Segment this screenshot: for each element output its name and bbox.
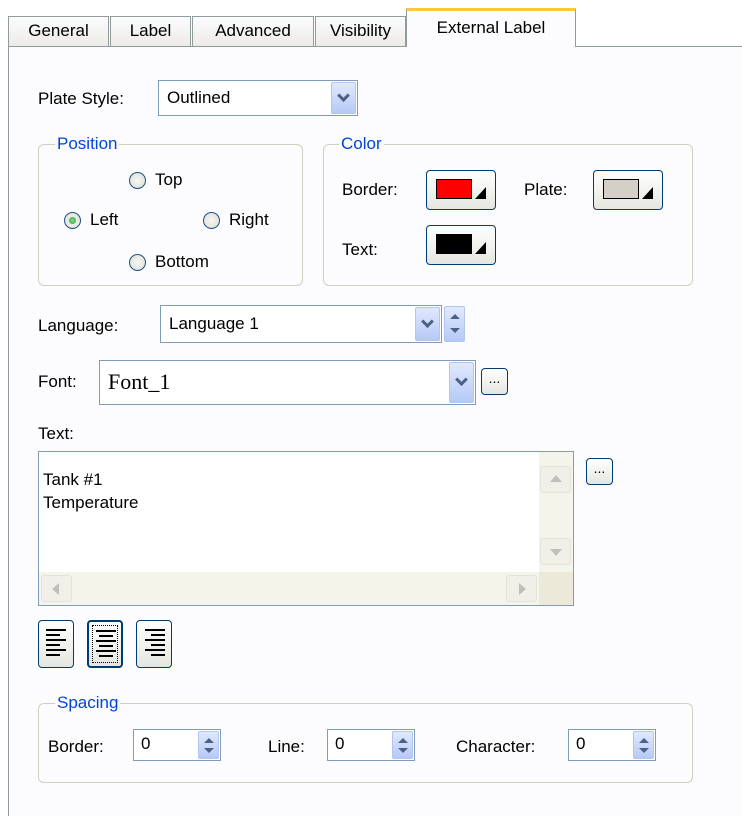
scroll-down-button[interactable] [540,538,571,565]
tab-label[interactable]: Label [110,16,191,46]
spacing-character-value: 0 [576,734,586,753]
dropdown-arrow-icon[interactable] [449,362,474,403]
align-center-button[interactable] [87,620,123,668]
radio-right-label: Right [229,210,269,229]
spacing-character-spinner[interactable] [633,731,654,759]
radio-top-label: Top [155,170,183,189]
dropdown-arrow-icon[interactable] [415,307,440,341]
tab-advanced[interactable]: Advanced [192,16,314,46]
text-color-swatch [436,234,472,254]
spin-down-icon [398,748,408,753]
text-input[interactable]: Tank #1 Temperature [38,451,574,606]
language-spinner[interactable] [444,306,465,342]
dropdown-triangle-icon [475,242,486,254]
font-label: Font: [38,372,77,391]
horizontal-scrollbar[interactable] [39,572,539,605]
plate-style-label: Plate Style: [38,89,124,108]
tab-general[interactable]: General [8,16,109,46]
arrow-up-icon [550,475,562,482]
arrow-right-icon [519,583,526,595]
spin-up-icon [204,738,214,743]
radio-bottom-label: Bottom [155,252,209,271]
chevron-down-icon [455,373,468,387]
plate-style-dropdown[interactable]: Outlined [158,80,358,116]
color-group-title: Color [339,134,384,154]
border-color-swatch [436,179,472,199]
align-right-button[interactable] [136,620,172,668]
text-label: Text: [38,424,74,443]
tab-visibility[interactable]: Visibility [315,16,406,46]
plate-style-value: Outlined [167,88,231,107]
font-value: Font_1 [108,369,171,394]
spin-up-icon [450,314,460,319]
dropdown-triangle-icon [642,187,653,199]
spacing-line-label: Line: [268,737,305,756]
language-value: Language 1 [169,314,259,333]
spin-down-icon [204,748,214,753]
spacing-line-spinner[interactable] [392,731,413,759]
plate-color-label: Plate: [524,180,568,199]
text-color-label: Text: [342,240,378,259]
position-group-title: Position [55,134,120,154]
scroll-left-button[interactable] [41,575,72,602]
font-dropdown[interactable]: Font_1 [99,360,476,405]
chevron-down-icon [421,314,434,328]
chevron-down-icon [337,88,350,102]
spacing-line-value: 0 [335,734,345,753]
vertical-scrollbar[interactable] [539,452,573,572]
spin-up-icon [639,738,649,743]
spacing-border-spinner[interactable] [198,731,219,759]
scroll-up-button[interactable] [540,466,571,493]
arrow-left-icon [52,583,59,595]
spacing-border-value: 0 [141,734,151,753]
language-dropdown[interactable]: Language 1 [160,305,442,343]
scroll-right-button[interactable] [506,575,537,602]
border-color-label: Border: [342,180,398,199]
spin-up-icon [398,738,408,743]
text-line-1: Tank #1 [43,470,103,489]
dropdown-arrow-icon[interactable] [331,82,356,114]
color-group [323,144,693,286]
spin-down-icon [639,748,649,753]
language-label: Language: [38,316,119,335]
radio-left[interactable] [64,212,81,229]
tab-external-label[interactable]: External Label [406,8,576,47]
arrow-down-icon [550,549,562,556]
spacing-character-input[interactable]: 0 [568,729,656,761]
spacing-character-label: Character: [456,737,536,756]
plate-color-swatch [603,179,639,199]
scrollbar-corner [539,572,573,605]
border-color-button[interactable] [426,170,496,210]
spacing-border-input[interactable]: 0 [133,729,221,761]
radio-left-label: Left [90,210,119,229]
text-browse-button[interactable]: ... [586,458,613,485]
spin-down-icon [450,328,460,333]
spacing-group-title: Spacing [55,693,121,713]
radio-top[interactable] [129,172,146,189]
radio-right[interactable] [203,212,220,229]
radio-bottom[interactable] [129,254,146,271]
dropdown-triangle-icon [475,187,486,199]
spacing-line-input[interactable]: 0 [327,729,415,761]
text-color-button[interactable] [426,225,496,265]
text-line-2: Temperature [43,493,139,512]
font-browse-button[interactable]: ... [481,368,508,395]
plate-color-button[interactable] [593,170,663,210]
spacing-border-label: Border: [48,737,104,756]
align-left-button[interactable] [38,620,74,668]
